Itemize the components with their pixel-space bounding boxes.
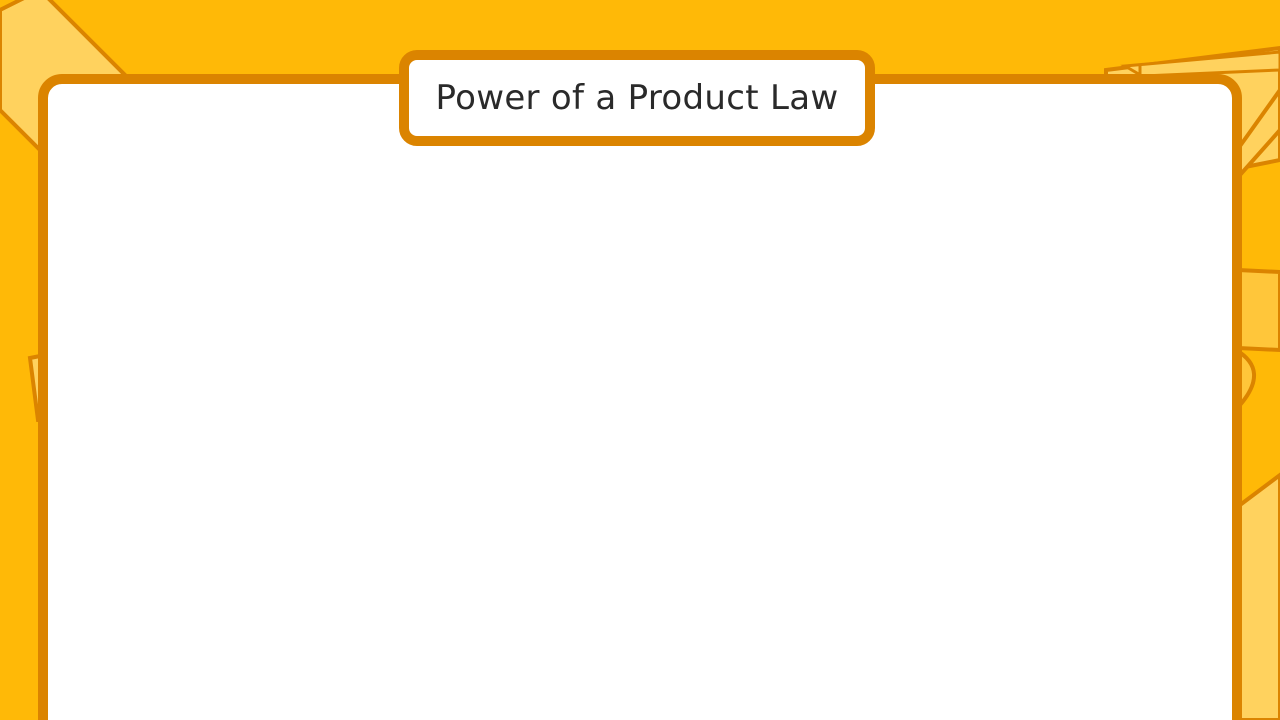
content-card bbox=[38, 74, 1242, 720]
lesson-screen: Power of a Product Law bbox=[0, 0, 1280, 720]
page-title: Power of a Product Law bbox=[435, 78, 839, 118]
title-banner: Power of a Product Law bbox=[399, 50, 875, 146]
ruler-icon bbox=[1238, 472, 1280, 720]
